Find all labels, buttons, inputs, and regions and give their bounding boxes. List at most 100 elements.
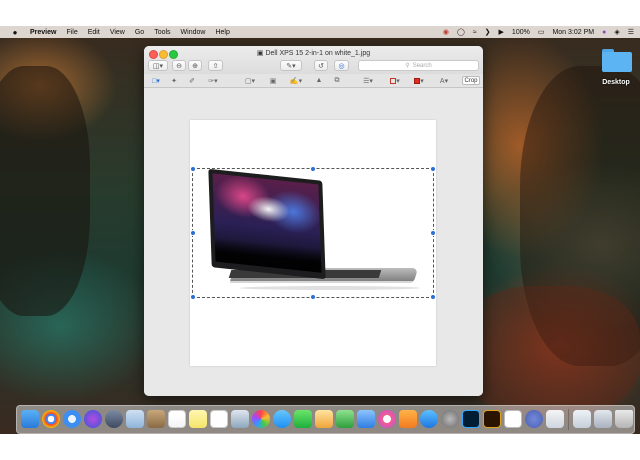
letterbox-top — [0, 0, 640, 26]
chrome-icon[interactable] — [42, 410, 60, 428]
document-canvas[interactable] — [144, 88, 483, 396]
selection-handle-bottom-left[interactable] — [190, 294, 196, 300]
app-store-icon[interactable] — [420, 410, 438, 428]
folder-body — [602, 52, 632, 72]
adjust-color-tool[interactable]: ▲ — [314, 76, 324, 85]
trash-icon[interactable] — [615, 410, 633, 428]
menu-tools[interactable]: Tools — [154, 29, 170, 36]
apple-menu-icon[interactable]: ● — [10, 28, 20, 37]
draw-tool[interactable]: ✑▾ — [206, 76, 220, 85]
selection-handle-top[interactable] — [310, 166, 316, 172]
calendar-icon[interactable] — [168, 410, 186, 428]
zoom-out-button[interactable]: ⊖ — [172, 60, 186, 71]
preview-app-icon[interactable] — [231, 410, 249, 428]
search-field[interactable]: ⚲ Search — [358, 60, 479, 71]
safari-icon[interactable] — [63, 410, 81, 428]
siri-icon[interactable]: ◈ — [614, 28, 619, 36]
bluetooth-icon[interactable]: ❯ — [485, 28, 491, 36]
notification-icon[interactable]: ◯ — [457, 28, 465, 36]
facetime-icon[interactable] — [294, 410, 312, 428]
menu-view[interactable]: View — [110, 29, 125, 36]
menu-help[interactable]: Help — [215, 29, 229, 36]
menu-go[interactable]: Go — [135, 29, 144, 36]
line-style-tool[interactable]: ☰▾ — [360, 76, 376, 85]
desktop-folder-label[interactable]: Desktop — [594, 79, 638, 86]
numbers-icon[interactable] — [336, 410, 354, 428]
shapes-tool[interactable]: ▢▾ — [242, 76, 258, 85]
discord-icon[interactable] — [525, 410, 543, 428]
messages-icon[interactable] — [273, 410, 291, 428]
launchpad-icon[interactable] — [105, 410, 123, 428]
wifi-icon[interactable]: ≈ — [473, 29, 477, 36]
selection-handle-bottom-right[interactable] — [430, 294, 436, 300]
adjust-size-tool[interactable]: ⧉ — [332, 76, 342, 85]
selection-handle-right[interactable] — [430, 230, 436, 236]
pages-icon[interactable] — [315, 410, 333, 428]
selection-handle-top-left[interactable] — [190, 166, 196, 172]
menu-file[interactable]: File — [66, 29, 77, 36]
document-stack-icon[interactable] — [573, 410, 591, 428]
photoshop-icon[interactable] — [462, 410, 480, 428]
desktop-folder-icon[interactable] — [600, 48, 632, 72]
rotate-button[interactable]: ↺ — [314, 60, 328, 71]
zoom-in-button[interactable]: ⊕ — [188, 60, 202, 71]
finder-icon[interactable] — [21, 410, 39, 428]
contacts-icon[interactable] — [147, 410, 165, 428]
preview-window: ▣ Dell XPS 15 2-in-1 on white_1.jpg ◫▾ ⊖… — [144, 46, 483, 396]
selection-rectangle[interactable] — [190, 166, 436, 300]
system-preferences-icon[interactable] — [441, 410, 459, 428]
dock-divider — [568, 409, 569, 430]
photo-browser-icon[interactable] — [126, 410, 144, 428]
text-tool[interactable]: ▣ — [268, 76, 278, 85]
markup-icon: ◎ — [338, 62, 345, 70]
bridge-icon[interactable] — [483, 410, 501, 428]
downloads-stack-icon[interactable] — [546, 410, 564, 428]
notification-center-icon[interactable]: ☰ — [628, 28, 634, 36]
creative-cloud-icon[interactable]: ◉ — [443, 28, 449, 36]
keynote-icon[interactable] — [357, 410, 375, 428]
sketch-tool[interactable]: ✐ — [187, 76, 197, 85]
search-placeholder: Search — [412, 62, 432, 69]
highlight-pen-icon: ✎▾ — [286, 62, 296, 70]
battery-icon[interactable]: ▭ — [538, 28, 545, 36]
user-icon[interactable]: ● — [602, 29, 606, 36]
selection-handle-top-right[interactable] — [430, 166, 436, 172]
selection-handle-left[interactable] — [190, 230, 196, 236]
letterbox-bottom — [0, 434, 640, 460]
clock[interactable]: Mon 3:02 PM — [552, 29, 594, 36]
menu-app-name[interactable]: Preview — [30, 29, 56, 36]
search-icon: ⚲ — [405, 63, 410, 69]
markup-toolbar-button[interactable]: ◎ — [334, 60, 349, 71]
screenshot-stack-icon[interactable] — [594, 410, 612, 428]
selection-tool[interactable]: □▾ — [149, 76, 163, 85]
draw-icon: ✑▾ — [208, 77, 218, 85]
instant-alpha-tool[interactable]: ✦ — [169, 76, 179, 85]
sketch-icon: ✐ — [189, 77, 195, 85]
text-style-tool[interactable]: A▾ — [436, 76, 452, 85]
shapes-icon: ▢▾ — [244, 77, 256, 85]
sidebar-view-button[interactable]: ◫▾ — [148, 60, 168, 71]
fill-color-tool[interactable]: ▾ — [410, 76, 428, 85]
highlight-button[interactable]: ✎▾ — [280, 60, 302, 71]
border-color-tool[interactable]: ▾ — [386, 76, 404, 85]
siri-icon[interactable] — [84, 410, 102, 428]
itunes-icon[interactable] — [378, 410, 396, 428]
share-button[interactable]: ⇧ — [208, 60, 223, 71]
image-page[interactable] — [190, 120, 436, 366]
notes-icon[interactable] — [189, 410, 207, 428]
sublime-text-icon[interactable] — [504, 410, 522, 428]
ibooks-icon[interactable] — [399, 410, 417, 428]
sign-tool[interactable]: ✍▾ — [288, 76, 304, 85]
menu-edit[interactable]: Edit — [88, 29, 100, 36]
markup-toolbar: □▾ ✦ ✐ ✑▾ ▢▾ ▣ ✍▾ ▲ ⧉ ☰▾ ▾ ▾ A▾ Crop — [144, 74, 483, 88]
photos-icon[interactable] — [252, 410, 270, 428]
share-icon: ⇧ — [212, 62, 219, 70]
battery-percentage[interactable]: 100% — [512, 29, 530, 36]
magic-wand-icon: ✦ — [171, 77, 177, 85]
selection-handle-bottom[interactable] — [310, 294, 316, 300]
reminders-icon[interactable] — [210, 410, 228, 428]
volume-icon[interactable]: ▶ — [499, 28, 504, 36]
chevron-down-icon: ▾ — [396, 77, 400, 85]
crop-button[interactable]: Crop — [462, 76, 480, 85]
menu-window[interactable]: Window — [181, 29, 206, 36]
